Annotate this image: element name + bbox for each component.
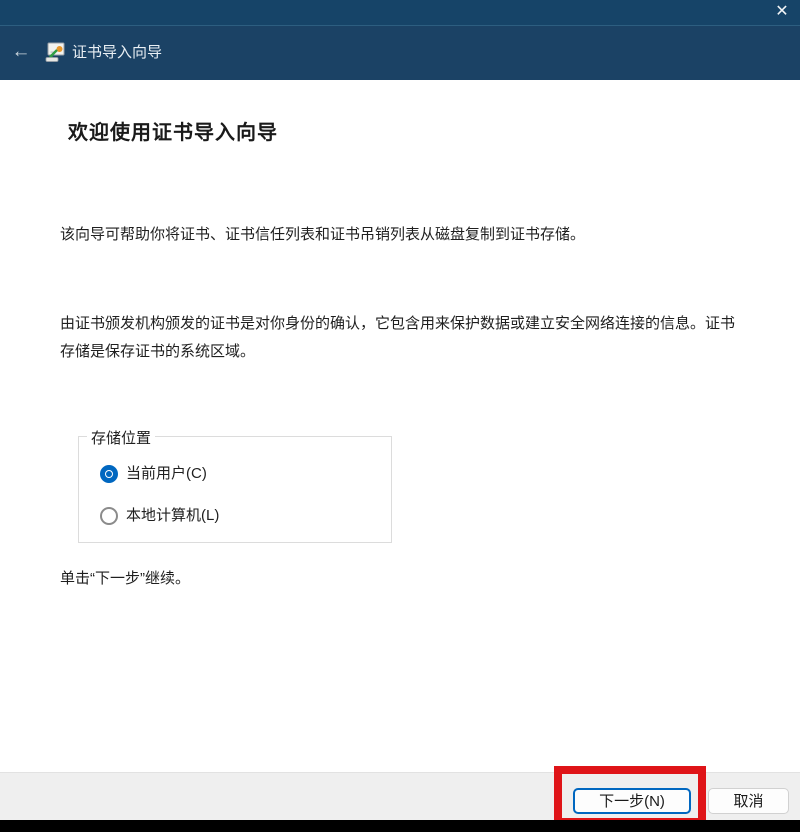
wizard-content: 欢迎使用证书导入向导 该向导可帮助你将证书、证书信任列表和证书吊销列表从磁盘复制… xyxy=(0,80,800,772)
store-location-legend: 存储位置 xyxy=(87,427,155,448)
wizard-footer: 下一步(N) 取消 xyxy=(0,772,800,820)
description-paragraph: 由证书颁发机构颁发的证书是对你身份的确认，它包含用来保护数据或建立安全网络连接的… xyxy=(60,310,736,366)
next-button[interactable]: 下一步(N) xyxy=(573,788,691,814)
certificate-icon xyxy=(44,41,66,63)
store-location-groupbox: 存储位置 当前用户(C) 本地计算机(L) xyxy=(78,436,392,543)
page-title: 欢迎使用证书导入向导 xyxy=(68,116,278,145)
window-titlebar: ✕ xyxy=(0,0,800,25)
intro-paragraph: 该向导可帮助你将证书、证书信任列表和证书吊销列表从磁盘复制到证书存储。 xyxy=(60,224,756,246)
bottom-black-bar xyxy=(0,820,800,832)
back-arrow-icon[interactable]: ← xyxy=(9,40,33,64)
continue-hint: 单击“下一步”继续。 xyxy=(60,568,190,590)
close-icon[interactable]: ✕ xyxy=(770,1,794,23)
radio-unselected-icon[interactable] xyxy=(100,507,118,525)
radio-local-machine[interactable]: 本地计算机(L) xyxy=(100,506,219,526)
radio-current-user[interactable]: 当前用户(C) xyxy=(100,464,207,484)
radio-local-machine-label: 本地计算机(L) xyxy=(126,506,219,526)
wizard-title: 证书导入向导 xyxy=(72,44,162,62)
radio-current-user-label: 当前用户(C) xyxy=(126,464,207,484)
wizard-header: ← 证书导入向导 xyxy=(0,26,800,80)
radio-selected-icon[interactable] xyxy=(100,465,118,483)
cancel-button[interactable]: 取消 xyxy=(708,788,789,814)
